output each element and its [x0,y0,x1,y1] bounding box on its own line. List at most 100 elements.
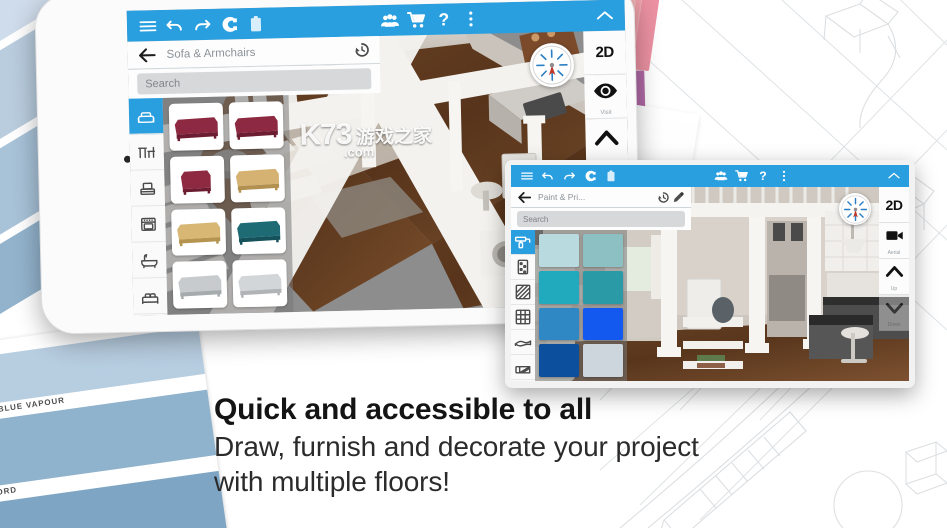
furniture-item[interactable] [231,206,287,255]
history-icon[interactable] [656,190,671,205]
category-tile[interactable] [511,305,535,330]
color-swatch[interactable] [539,344,579,377]
visit-button[interactable]: Visit [584,74,628,120]
furniture-item[interactable] [232,259,288,308]
menu-icon[interactable] [134,14,161,37]
collapse-icon[interactable] [591,4,618,27]
redo-icon[interactable] [188,13,215,36]
tablet-category-rail [511,230,535,381]
phone-search-input[interactable]: Search [137,68,372,95]
community-icon[interactable] [376,9,403,32]
category-tables[interactable] [129,133,165,171]
category-bathroom[interactable] [131,241,167,279]
more-icon[interactable] [457,7,484,30]
phone-panel-title: Sofa & Armchairs [166,46,256,61]
compass[interactable] [529,42,575,88]
tablet-right-toolbar: 2D Aerial Up Down [879,187,909,331]
color-swatch[interactable] [539,234,579,267]
phone-category-rail [128,97,168,316]
svg-text:?: ? [759,169,766,183]
menu-icon[interactable] [516,168,537,184]
undo-icon[interactable] [161,14,188,37]
tablet-search-placeholder: Search [523,214,549,224]
tablet-panel-title: Paint & Pri... [538,192,586,202]
tablet-swatch-grid [535,230,627,381]
category-bedroom[interactable] [132,277,168,315]
furniture-item[interactable] [172,260,228,309]
swatch-label-oxford: OXFORD [0,485,18,500]
chevron-down-icon [885,298,904,322]
phone-furniture-grid [162,95,294,315]
color-swatch[interactable] [539,307,579,341]
tablet-search-input[interactable]: Search [517,211,685,227]
eye-icon [592,77,619,109]
category-hatch[interactable] [511,280,535,305]
magnet-icon[interactable] [579,168,600,184]
color-swatch[interactable] [539,270,579,304]
phone-search-placeholder: Search [145,77,181,90]
collapse-icon[interactable] [883,168,904,184]
caption-line-3: with multiple floors! [214,465,450,497]
tablet-panel-header: Paint & Pri... [511,187,691,208]
category-roll[interactable] [511,355,535,380]
view-2d-button-label: 2D [595,43,614,62]
swatch-card: BLUE VAPOUR OXFORD [0,312,232,528]
community-icon[interactable] [710,168,731,184]
furniture-item[interactable] [168,102,224,151]
undo-icon[interactable] [537,168,558,184]
shop-icon[interactable] [731,168,752,184]
magnet-icon[interactable] [215,13,242,36]
view-2d-button[interactable]: 2D [879,187,909,223]
history-icon[interactable] [351,40,371,60]
tablet-appbar: ? [511,165,909,187]
shop-icon[interactable] [403,8,430,31]
aerial-button-sublabel: Aerial [887,249,901,256]
svg-text:?: ? [438,9,449,29]
tablet-search-row: Search [511,208,691,230]
delete-icon[interactable] [242,12,269,35]
watermark-domain: .com [343,144,375,160]
up-button-sublabel: Up [890,285,898,292]
redo-icon[interactable] [558,168,579,184]
furniture-item[interactable] [229,153,285,202]
category-media[interactable] [130,169,166,207]
color-swatch[interactable] [583,270,623,304]
phone-search-row: Search [127,64,381,99]
view-2d-button[interactable]: 2D [583,30,627,76]
appbar-spacer [269,21,376,23]
category-paint[interactable] [511,230,535,255]
back-icon[interactable] [516,189,532,205]
phone-right-toolbar: 2D Visit [583,30,629,164]
furniture-item[interactable] [171,208,227,257]
category-kitchen[interactable] [131,205,166,243]
furniture-item[interactable] [228,101,284,150]
eyedropper-icon[interactable] [671,190,686,205]
visit-button-sublabel: Visit [600,109,612,116]
back-icon[interactable] [135,44,157,66]
category-sofa[interactable] [128,97,164,135]
help-icon[interactable]: ? [752,168,773,184]
camcorder-icon [885,226,904,250]
delete-icon[interactable] [600,168,621,184]
watermark: K73 游戏之家 .com [299,115,460,161]
down-button-sublabel: Down [887,321,901,328]
up-button[interactable] [585,118,629,164]
category-wallpaper[interactable] [511,255,535,280]
color-swatch[interactable] [583,344,623,377]
aerial-button[interactable]: Aerial [879,223,909,259]
color-swatch[interactable] [583,307,623,341]
compass[interactable] [839,193,871,225]
furniture-item[interactable] [169,155,225,204]
help-icon[interactable]: ? [430,8,457,31]
tablet-screen: ? Paint & Pri... Search 2D Aerial Up Dow… [511,165,909,381]
chevron-up-icon [885,262,904,286]
promo-screenshot: BLUE VAPOUR OXFORD ? Sofa & Armchairs Se… [0,0,947,528]
down-button: Down [879,295,909,331]
more-icon[interactable] [773,168,794,184]
category-wood[interactable] [511,330,535,355]
chevron-up-icon [593,125,620,157]
up-button[interactable]: Up [879,259,909,295]
appbar-spacer [484,16,591,18]
caption-block: Quick and accessible to all Draw, furnis… [214,392,914,499]
color-swatch[interactable] [583,234,623,267]
